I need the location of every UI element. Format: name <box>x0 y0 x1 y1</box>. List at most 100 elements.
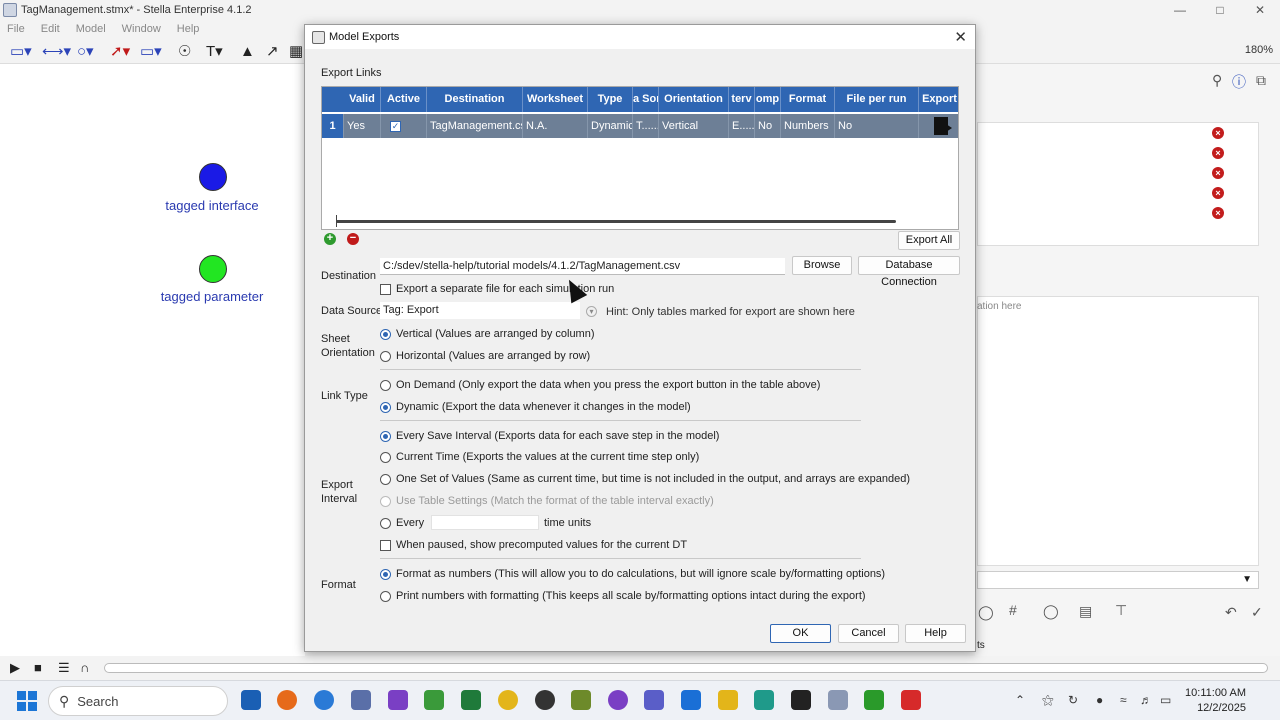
cell-data-source[interactable]: T...... <box>633 114 659 138</box>
col-interval[interactable]: terv <box>729 87 755 112</box>
chart-tool-icon[interactable]: ▲ <box>240 42 255 60</box>
cell-active[interactable]: ✓ <box>381 114 427 138</box>
search-icon[interactable]: ⚲ <box>1212 72 1222 89</box>
calculator-app-icon[interactable] <box>681 690 701 710</box>
col-destination[interactable]: Destination <box>427 87 523 112</box>
checkbox-box[interactable] <box>380 539 391 551</box>
paused-precomputed-checkbox[interactable]: When paused, show precomputed values for… <box>380 539 687 551</box>
tagged-parameter-node[interactable] <box>199 255 227 283</box>
simulation-scrubber[interactable] <box>104 663 1268 673</box>
menu-edit[interactable]: Edit <box>41 23 60 35</box>
table-tool-icon[interactable]: ▦ <box>289 42 303 60</box>
tray-volume-icon[interactable]: ♬ <box>1140 693 1152 707</box>
format-icon[interactable]: ⊤ <box>1115 602 1127 619</box>
interval-every-save-radio[interactable]: Every Save Interval (Exports data for ea… <box>380 430 719 442</box>
converter-tool-icon[interactable]: ○▾ <box>77 42 94 60</box>
col-file-per-run[interactable]: File per run <box>835 87 919 112</box>
format-print-radio[interactable]: Print numbers with formatting (This keep… <box>380 590 866 602</box>
graph-tool-icon[interactable]: ↗ <box>266 42 279 60</box>
run-play-icon[interactable]: ▶ <box>10 660 20 676</box>
radio-selected[interactable] <box>380 430 391 442</box>
tagged-interface-node[interactable] <box>199 163 227 191</box>
help-icon[interactable]: ⓘ <box>1232 72 1246 92</box>
panel-dropdown[interactable]: ▼ <box>977 571 1259 589</box>
remove-item-icon[interactable]: × <box>1212 127 1224 139</box>
col-comp[interactable]: omp <box>755 87 781 112</box>
menu-file[interactable]: File <box>7 23 25 35</box>
cell-valid[interactable]: Yes <box>344 114 381 138</box>
col-valid[interactable]: Valid <box>344 87 381 112</box>
link-dynamic-radio[interactable]: Dynamic (Export the data whenever it cha… <box>380 401 691 413</box>
apply-check-icon[interactable]: ✓ <box>1251 604 1263 621</box>
data-source-select[interactable]: Tag: Export <box>380 302 580 319</box>
cell-comp[interactable]: No <box>755 114 781 138</box>
excel-app-icon[interactable] <box>461 690 481 710</box>
network-app-icon[interactable] <box>351 690 371 710</box>
table-row[interactable]: 1 Yes ✓ TagManagement.csv N.A. Dynamic T… <box>322 114 958 138</box>
col-orientation[interactable]: Orientation <box>659 87 729 112</box>
tray-sync-icon[interactable]: ↻ <box>1068 693 1078 707</box>
teams-app-icon[interactable] <box>644 690 664 710</box>
taskbar-clock[interactable]: 10:11:00 AM 12/2/2025 <box>1185 686 1246 716</box>
col-active[interactable]: Active <box>381 87 427 112</box>
menu-model[interactable]: Model <box>76 23 106 35</box>
minimize-icon[interactable]: — <box>1160 0 1200 20</box>
export-all-button[interactable]: Export All <box>898 231 960 250</box>
module-tool-icon[interactable]: ☉ <box>178 42 191 60</box>
cell-file-per-run[interactable]: No <box>835 114 919 138</box>
remove-item-icon[interactable]: × <box>1212 167 1224 179</box>
podcast-app-icon[interactable] <box>608 690 628 710</box>
cell-export[interactable] <box>919 114 958 138</box>
run-specs-icon[interactable]: ☰ <box>58 660 70 676</box>
tray-wifi-icon[interactable]: ≈ <box>1120 693 1127 707</box>
export-links-table[interactable]: Valid Active Destination Worksheet Type … <box>321 86 959 230</box>
table-horizontal-scrollbar[interactable] <box>336 220 896 223</box>
help-button[interactable]: Help <box>905 624 966 643</box>
connector-tool-icon[interactable]: ➚▾ <box>110 42 130 60</box>
chat-app-icon[interactable] <box>314 690 334 710</box>
radio-selected[interactable] <box>380 401 391 413</box>
remove-item-icon[interactable]: × <box>1212 187 1224 199</box>
hash-icon[interactable]: # <box>1009 602 1017 618</box>
col-export[interactable]: Export <box>919 87 958 112</box>
chrome-app-icon[interactable] <box>498 690 518 710</box>
notepad-app-icon[interactable] <box>571 690 591 710</box>
orientation-vertical-radio[interactable]: Vertical (Values are arranged by column) <box>380 328 595 340</box>
menu-window[interactable]: Window <box>122 23 161 35</box>
equation-editor[interactable] <box>977 296 1259 566</box>
interval-one-set-radio[interactable]: One Set of Values (Same as current time,… <box>380 473 910 485</box>
terminal-app-icon[interactable] <box>791 690 811 710</box>
undo-icon[interactable]: ↶ <box>1225 604 1237 621</box>
col-type[interactable]: Type <box>588 87 633 112</box>
format-numbers-radio[interactable]: Format as numbers (This will allow you t… <box>380 568 885 580</box>
radio-unselected[interactable] <box>380 517 391 529</box>
destination-field[interactable]: C:/sdev/stella-help/tutorial models/4.1.… <box>380 258 785 275</box>
outlook-app-icon[interactable] <box>241 690 261 710</box>
stock-tool-icon[interactable]: ▭▾ <box>10 42 32 60</box>
cell-format[interactable]: Numbers <box>781 114 835 138</box>
tray-battery-icon[interactable]: ▭ <box>1160 693 1171 707</box>
cell-worksheet[interactable]: N.A. <box>523 114 588 138</box>
export-file-icon[interactable] <box>934 117 952 135</box>
visual-studio-app-icon[interactable] <box>388 690 408 710</box>
close-window-icon[interactable]: ✕ <box>1240 0 1280 20</box>
cancel-button[interactable]: Cancel <box>838 624 899 643</box>
remove-item-icon[interactable]: × <box>1212 207 1224 219</box>
interval-every-radio[interactable]: Every <box>380 517 424 529</box>
taskbar-search[interactable]: ⚲ Search <box>48 686 228 716</box>
menu-help[interactable]: Help <box>177 23 200 35</box>
loop-icon[interactable]: ◯ <box>978 604 994 621</box>
radio-unselected[interactable] <box>380 590 391 602</box>
stella-running-app-icon[interactable] <box>828 690 848 710</box>
sensitivity-icon[interactable]: ∩ <box>80 660 89 675</box>
cell-interval[interactable]: E...... <box>729 114 755 138</box>
alert-icon[interactable]: ◯ <box>1043 603 1059 620</box>
notes-app-icon[interactable] <box>754 690 774 710</box>
radio-selected[interactable] <box>380 568 391 580</box>
interval-every-input[interactable] <box>431 515 539 530</box>
database-connection-button[interactable]: Database Connection <box>858 256 960 288</box>
add-link-icon[interactable]: + <box>324 233 336 245</box>
col-worksheet[interactable]: Worksheet <box>523 87 588 112</box>
radio-unselected[interactable] <box>380 350 391 362</box>
stella-app-icon[interactable] <box>424 690 444 710</box>
